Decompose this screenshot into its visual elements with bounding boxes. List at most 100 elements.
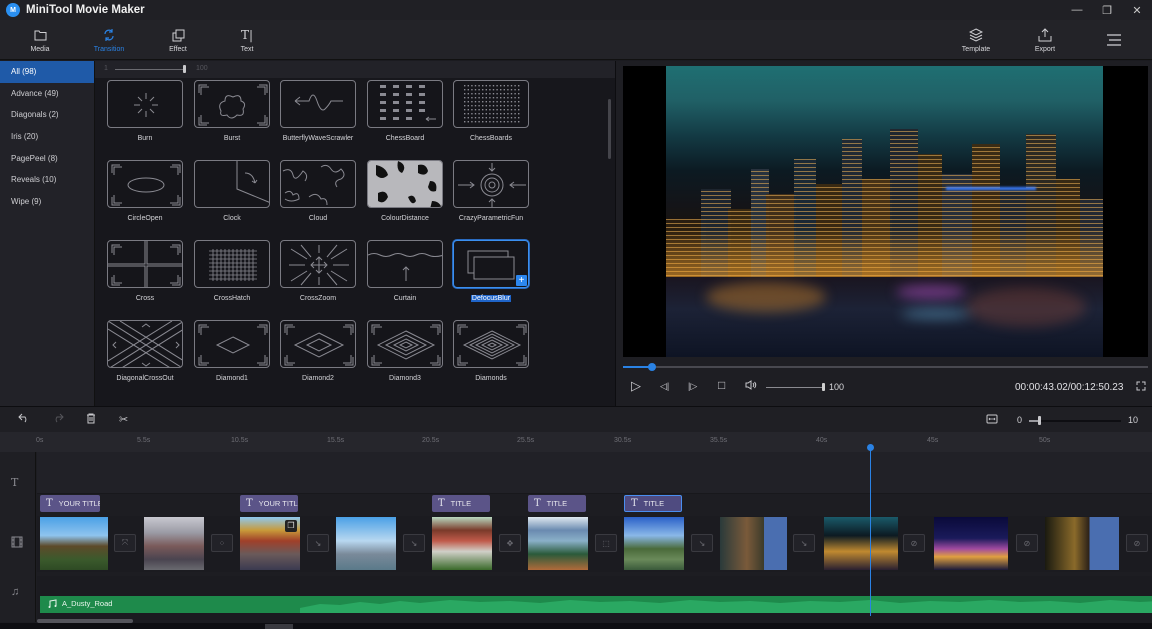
transition-tile-defocusblur[interactable]: + DefocusBlur — [441, 240, 529, 302]
panel-resize-handle[interactable] — [265, 624, 293, 629]
transition-tile-butterflywavescrawler[interactable]: ButterflyWaveScrawler — [268, 80, 356, 142]
duration-slider-track[interactable] — [115, 69, 185, 70]
transition-tile-diagonalcrossout[interactable]: DiagonalCrossOut — [95, 320, 183, 382]
transition-tile-cloud[interactable]: Cloud — [268, 160, 356, 222]
category-advance[interactable]: Advance (49) — [0, 83, 94, 105]
transition-icon — [102, 27, 116, 43]
transition-tile-burn[interactable]: Burn — [95, 80, 183, 142]
transition-tile-diamond2[interactable]: Diamond2 — [268, 320, 356, 382]
chessboard-thumbnail-icon — [367, 80, 443, 128]
transition-tile-crazyparametricfun[interactable]: CrazyParametricFun — [441, 160, 529, 222]
clip-overlay-icon[interactable]: ❐ — [285, 520, 297, 532]
split-button[interactable]: ✂ — [119, 413, 128, 426]
transition-name: Diamond1 — [192, 375, 272, 382]
transition-tile-diamond1[interactable]: Diamond1 — [182, 320, 270, 382]
close-button[interactable]: ✕ — [1122, 0, 1152, 20]
category-diagonals[interactable]: Diagonals (2) — [0, 104, 94, 126]
fit-timeline-button[interactable] — [986, 414, 998, 427]
transition-slot-icon[interactable]: ↘ — [307, 534, 329, 552]
add-transition-button[interactable]: + — [516, 275, 527, 286]
transition-tile-diamonds[interactable]: Diamonds — [441, 320, 529, 382]
transition-tile-cross[interactable]: Cross — [95, 240, 183, 302]
transition-tile-diamond3[interactable]: Diamond3 — [355, 320, 443, 382]
transition-slot-icon[interactable]: ⬚ — [595, 534, 617, 552]
category-pagepeel[interactable]: PagePeel (8) — [0, 147, 94, 169]
transition-tile-clock[interactable]: Clock — [182, 160, 270, 222]
zoom-slider-track[interactable] — [1029, 420, 1121, 422]
transition-tile-chessboard[interactable]: ChessBoard — [355, 80, 443, 142]
video-clip-night-street-partial[interactable] — [1045, 517, 1119, 570]
category-reveals[interactable]: Reveals (10) — [0, 169, 94, 191]
title-clip[interactable]: T TITLE — [432, 495, 490, 512]
transition-grid: Burn Burst ButterflyWaveScrawler ChessBoard… — [95, 78, 605, 406]
video-clip-corner-tower[interactable] — [624, 517, 684, 570]
playhead-handle[interactable] — [867, 444, 874, 451]
title-clip-label: TITLE — [450, 499, 472, 508]
tab-text[interactable]: T| Text — [217, 20, 277, 60]
hamburger-menu-button[interactable] — [1084, 20, 1144, 60]
tab-transition[interactable]: Transition — [79, 20, 139, 60]
transition-slot-icon[interactable]: ✥ — [499, 534, 521, 552]
transition-slot-icon[interactable]: ⤧ — [114, 534, 136, 552]
export-button[interactable]: Export — [1015, 20, 1075, 60]
transition-tile-crosszoom[interactable]: CrossZoom — [268, 240, 356, 302]
volume-slider-track[interactable] — [766, 387, 824, 388]
seek-handle[interactable] — [648, 363, 657, 371]
delete-button[interactable] — [86, 413, 96, 427]
duration-slider-thumb[interactable] — [183, 65, 186, 73]
minimize-button[interactable]: — — [1062, 0, 1092, 20]
maximize-button[interactable]: ❐ — [1092, 0, 1122, 20]
volume-slider-thumb[interactable] — [822, 383, 825, 391]
timeline-ruler[interactable]: 0s 5.5s 10.5s 15.5s 20.5s 25.5s 30.5s 35.5s 40s 4… — [0, 432, 1152, 452]
title-clip[interactable]: T YOUR TITLE — [40, 495, 100, 512]
library-scrollbar[interactable] — [608, 99, 611, 159]
template-button[interactable]: Template — [946, 20, 1006, 60]
transition-tile-crosshatch[interactable]: CrossHatch — [182, 240, 270, 302]
video-clip-lake-view[interactable] — [528, 517, 588, 570]
video-clip-city-street-partial[interactable] — [720, 517, 787, 570]
transition-slot-icon[interactable]: ↘ — [691, 534, 713, 552]
prev-frame-button[interactable]: ◁| — [660, 381, 669, 392]
text-icon: T| — [240, 28, 254, 42]
transition-slot-icon[interactable]: ⊘ — [903, 534, 925, 552]
category-iris[interactable]: Iris (20) — [0, 126, 94, 148]
transition-slot-icon[interactable]: ⁘ — [211, 534, 233, 552]
tab-media[interactable]: Media — [10, 20, 70, 60]
volume-icon[interactable] — [745, 380, 757, 392]
video-clip-pearl-tower-night[interactable] — [934, 517, 1008, 570]
title-clip[interactable]: T TITLE — [528, 495, 586, 512]
title-clip[interactable]: T TITLE — [624, 495, 682, 512]
audio-clip[interactable]: A_Dusty_Road — [40, 596, 1152, 613]
video-clip-pagoda-sky[interactable] — [40, 517, 108, 570]
title-clip[interactable]: T YOUR TITLE — [240, 495, 298, 512]
transition-tile-circleopen[interactable]: CircleOpen — [95, 160, 183, 222]
video-clip-street-crowd[interactable] — [144, 517, 204, 570]
video-clip-summer-palace[interactable] — [432, 517, 492, 570]
tab-effect[interactable]: Effect — [148, 20, 208, 60]
transition-slot-icon[interactable]: ↘ — [403, 534, 425, 552]
diamond1-thumbnail-icon — [194, 320, 270, 368]
transition-slot-icon[interactable]: ⊘ — [1016, 534, 1038, 552]
video-clip-skyline-sky[interactable] — [336, 517, 396, 570]
video-clip-forbidden-city[interactable]: ❐ — [240, 517, 300, 570]
transition-slot-icon[interactable]: ⊘ — [1126, 534, 1148, 552]
undo-button[interactable] — [18, 413, 30, 426]
transition-slot-icon[interactable]: ↘ — [793, 534, 815, 552]
preview-seek-bar[interactable] — [623, 363, 1148, 371]
transition-tile-burst[interactable]: Burst — [182, 80, 270, 142]
fullscreen-button[interactable] — [1136, 381, 1146, 394]
transition-tile-curtain[interactable]: Curtain — [355, 240, 443, 302]
timecode: 00:00:43.02/00:12:50.23 — [1015, 382, 1124, 393]
text-track-lane[interactable] — [37, 452, 1152, 494]
transition-tile-chessboards[interactable]: ChessBoards — [441, 80, 529, 142]
transition-tile-colourdistance[interactable]: ColourDistance — [355, 160, 443, 222]
next-frame-button[interactable]: |▷ — [688, 381, 697, 392]
category-all[interactable]: All (98) — [0, 61, 94, 83]
category-wipe[interactable]: Wipe (9) — [0, 191, 94, 213]
zoom-slider-thumb[interactable] — [1038, 416, 1042, 425]
redo-button[interactable] — [52, 413, 64, 426]
playhead-line[interactable] — [870, 446, 871, 616]
stop-button[interactable]: □ — [718, 378, 725, 392]
play-button[interactable]: ▷ — [631, 378, 641, 394]
video-clip-night-city[interactable] — [824, 517, 898, 570]
